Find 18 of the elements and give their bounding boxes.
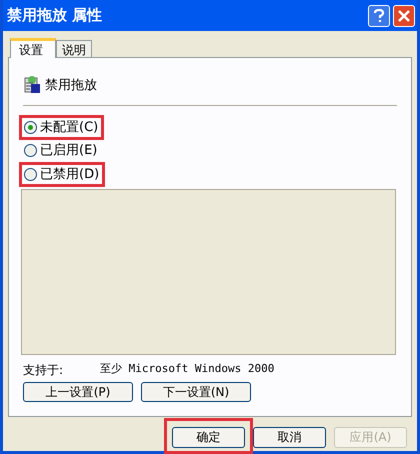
tab[interactable]: 说明	[56, 40, 92, 57]
nav-button[interactable]: 下一设置(N)	[141, 382, 251, 402]
dialog-button[interactable]: 确定	[172, 426, 245, 448]
setting-name: 禁用拖放	[45, 77, 97, 95]
help-button[interactable]	[368, 4, 390, 26]
policy-icon	[23, 74, 43, 96]
window-title: 禁用拖放 属性	[7, 5, 102, 26]
tab[interactable]: 设置	[10, 38, 56, 58]
supported-label: 支持于:	[23, 362, 64, 379]
radio-option[interactable]: 已禁用(D)	[24, 164, 100, 184]
close-button[interactable]	[393, 4, 415, 26]
supported-value: 至少 Microsoft Windows 2000	[100, 361, 274, 377]
nav-button[interactable]: 上一设置(P)	[23, 382, 133, 402]
radio-option[interactable]: 已启用(E)	[24, 141, 98, 160]
close-icon	[398, 10, 410, 22]
dialog-button[interactable]: 取消	[253, 426, 326, 448]
radio-option[interactable]: 未配置(C)	[24, 118, 98, 137]
help-icon	[373, 8, 385, 22]
